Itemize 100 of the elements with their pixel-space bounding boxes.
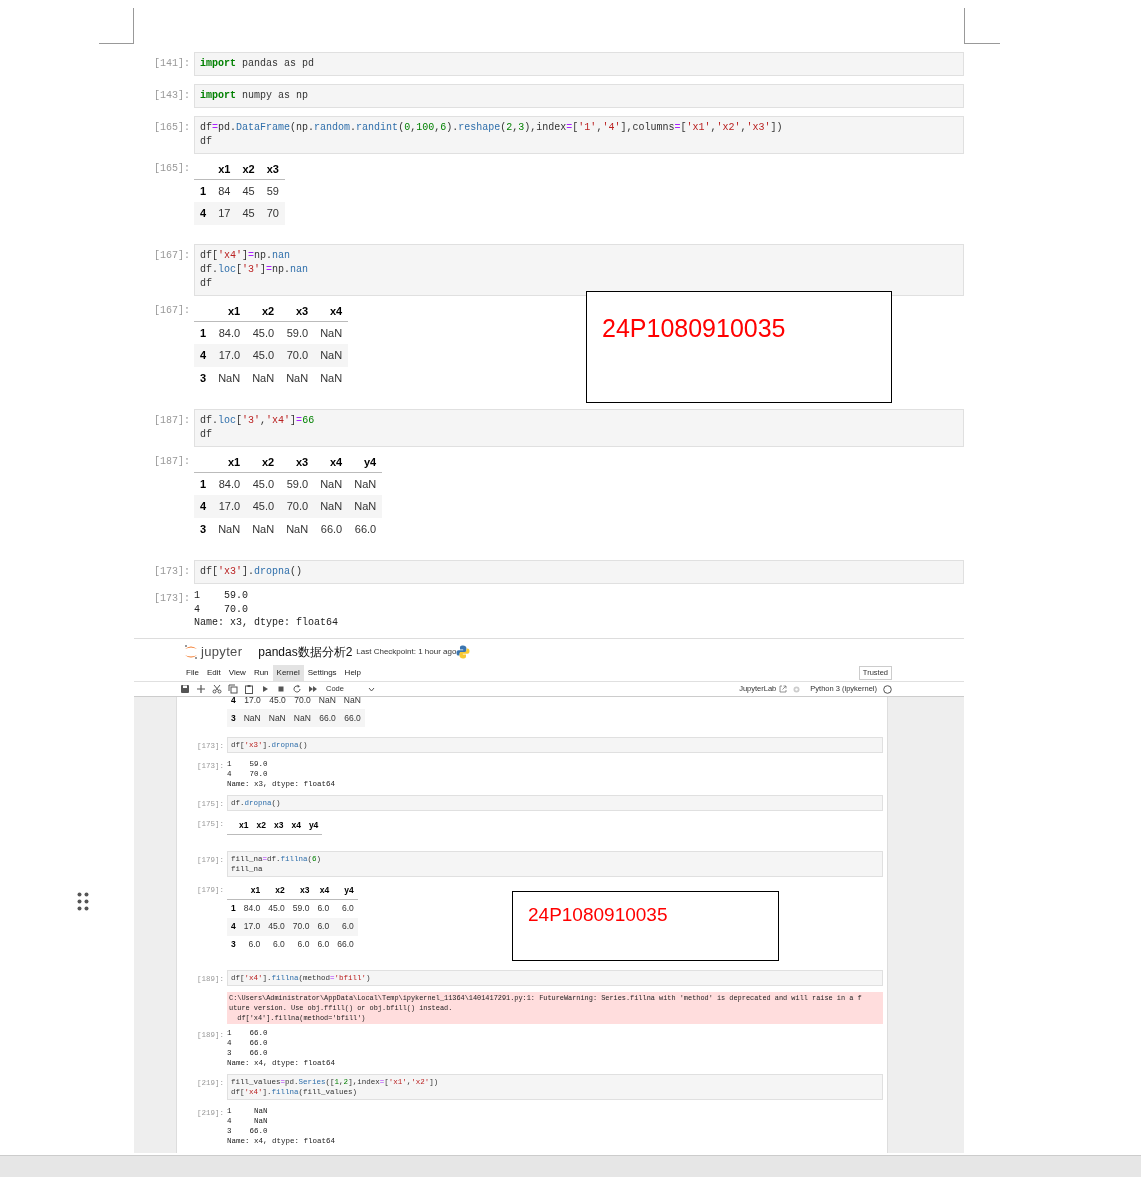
output-prompt: [167]: [153,304,191,318]
output-line: 1 59.0 [194,589,249,603]
play-icon[interactable] [260,684,270,694]
crop-mark [99,8,134,44]
stop-icon[interactable] [276,684,286,694]
column-header: x4 [287,817,305,834]
row-index: 4 [194,495,213,518]
menu-item[interactable]: Run [249,665,273,681]
column-header: x4 [314,301,349,321]
row-index: 3 [227,709,240,727]
column-header: x3 [269,817,288,834]
code-cell[interactable]: df['x3'].dropna() [194,560,964,584]
table-cell: NaN [212,367,247,390]
paste-icon[interactable] [244,684,254,694]
table-cell: 66.0 [314,518,349,541]
menu-item[interactable]: Settings [303,665,341,681]
table-cell: NaN [314,495,349,518]
column-header: x1 [212,301,247,321]
row-index: 4 [194,202,213,225]
table-cell: 70.0 [280,344,315,367]
column-header: x3 [280,301,315,321]
code-cell[interactable]: df['x4']=np.nan df.loc['3']=np.nan df [194,244,964,296]
drag-handle-icon[interactable] [77,892,89,911]
crop-mark [964,8,1000,44]
table-cell: 6.0 [333,899,358,918]
table-cell: 6.0 [313,899,334,918]
table-cell: 45 [236,202,261,225]
table-cell: 45.0 [264,899,289,918]
checkpoint-text: Last Checkpoint: 1 hour ago [356,646,457,658]
table-cell: 45.0 [264,697,290,709]
table-cell: 59 [260,179,285,202]
table-cell: NaN [280,518,315,541]
column-header: x1 [212,452,247,472]
column-header: x1 [239,882,265,900]
save-icon[interactable] [180,684,190,694]
table-cell: NaN [289,709,315,727]
table-cell: 6.0 [333,917,358,936]
column-header: x2 [246,452,281,472]
output-prompt: [173]: [153,592,191,606]
cut-icon[interactable] [212,684,222,694]
copy-icon[interactable] [228,684,238,694]
table-cell: 70 [260,202,285,225]
row-index: 3 [227,935,240,954]
restart-icon[interactable] [292,684,302,694]
column-header: x3 [260,159,285,179]
code-cell[interactable]: import numpy as np [194,84,964,108]
menu-item[interactable]: Edit [202,665,225,681]
table-cell: NaN [314,472,349,495]
output-prompt: [165]: [153,162,191,176]
table-cell: 6.0 [288,935,314,954]
table-cell: 45.0 [264,917,289,936]
menu-item[interactable]: View [224,665,250,681]
notebook-title[interactable]: pandas数据分析2 [258,643,353,661]
table-cell: 6.0 [313,935,334,954]
input-prompt: [187]: [153,414,191,428]
table-cell: NaN [314,344,349,367]
code-cell[interactable]: df=pd.DataFrame(np.random.randint(0,100,6).reshape(2,3),index=['1','4'],columns=['x1','x2','x3']) df [194,116,964,154]
row-index: 3 [194,367,213,390]
table-cell: 59.0 [280,472,315,495]
table-cell: 84.0 [239,899,265,918]
menu-item[interactable]: File [182,665,203,681]
table-cell: 17 [212,202,237,225]
add-icon[interactable] [196,684,206,694]
table-cell: 70.0 [280,495,315,518]
input-prompt: [165]: [153,121,191,135]
table-cell: 84 [212,179,237,202]
table-cell: 45.0 [246,495,281,518]
table-cell: 17.0 [239,917,265,936]
row-index: 3 [194,518,213,541]
logo-text: jupyter [201,643,243,662]
table-cell: 70.0 [289,697,315,709]
column-header: x1 [235,817,253,834]
caret-icon [367,686,375,692]
table-cell: 59.0 [280,321,315,344]
table-cell: 66.0 [348,518,383,541]
output-line: 4 70.0 [194,602,249,616]
output-line: Name: x3, dtype: float64 [194,616,340,630]
table-cell: 45.0 [246,321,281,344]
column-header: y4 [333,882,358,900]
python-logo-icon [456,645,471,659]
table-cell: NaN [280,367,315,390]
table-cell: NaN [339,697,365,709]
menu-item[interactable]: Kernel [272,665,304,681]
code-cell[interactable]: import pandas as pd [194,52,964,76]
column-header: x2 [246,301,281,321]
table-cell: 6.0 [264,935,289,954]
table-cell: NaN [239,709,265,727]
fast-forward-icon[interactable] [308,684,318,694]
code-cell[interactable]: df.loc['3','x4']=66 df [194,409,964,447]
table-cell: 45.0 [246,472,281,495]
column-header: x4 [313,882,334,900]
column-header: x2 [236,159,261,179]
table-cell: 6.0 [313,917,334,936]
menu-item[interactable]: Help [340,665,366,681]
kernel-status-icon [883,684,892,694]
output-prompt: [187]: [153,455,191,469]
column-header: y4 [304,817,323,834]
external-link-icon [779,685,788,693]
row-index: 4 [194,344,213,367]
column-header: x3 [280,452,315,472]
